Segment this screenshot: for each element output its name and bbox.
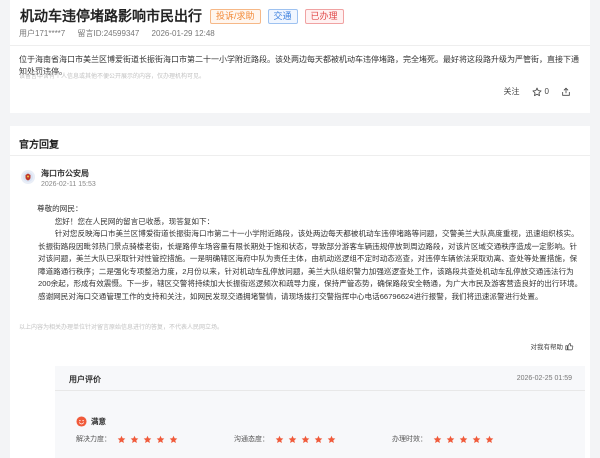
follow-label: 关注 xyxy=(503,87,520,96)
like-count: 0 xyxy=(544,87,549,96)
post-actions: 关注 0 xyxy=(492,86,574,97)
star-icon xyxy=(288,435,297,443)
star-icon xyxy=(472,435,481,443)
divider xyxy=(10,45,590,46)
rating-group: 解决力度： xyxy=(76,434,234,444)
field-tag[interactable]: 交通 xyxy=(267,8,298,24)
title-row: 机动车违停堵路影响市民出行 投诉/求助 交通 已办理 xyxy=(20,6,344,26)
share-icon xyxy=(562,87,570,96)
rating-stars xyxy=(433,435,498,444)
status-badge: 已办理 xyxy=(304,8,344,24)
reply-disclaimer: 以上内容为相关办理单位针对留言原始信息进行的答复，不代表人民网立场。 xyxy=(19,325,224,331)
star-icon xyxy=(446,435,455,443)
police-emblem-icon xyxy=(21,170,35,184)
star-icon xyxy=(301,435,310,443)
divider xyxy=(10,155,590,156)
smiley-face-icon xyxy=(76,416,87,427)
post-title: 机动车违停堵路影响市民出行 xyxy=(20,8,202,24)
org-reply-time: 2026-02-11 15:53 xyxy=(41,181,96,188)
satisfaction-label: 满意 xyxy=(91,417,106,426)
thumbs-up-icon xyxy=(565,342,574,350)
rating-label: 解决力度： xyxy=(76,436,111,443)
star-icon xyxy=(275,435,284,443)
reply-body: 尊敬的网民： 您好！您在人民网的留言已收悉，现答复如下： 针对您反映海口市美兰区… xyxy=(37,203,583,303)
post-disclaimer: 该留言中含有个人信息或其他不便公开展示的内容，仅办理机构可见。 xyxy=(19,74,206,80)
post-time: 2026-01-29 12:48 xyxy=(151,29,215,38)
rating-group: 办理时效： xyxy=(392,434,550,444)
section-title: 官方回复 xyxy=(19,140,59,151)
reply-greeting: 尊敬的网民： xyxy=(37,204,83,213)
evaluation-title: 用户评价 xyxy=(69,375,101,384)
ratings-row: 解决力度： 沟通态度： 办理时效： xyxy=(76,434,550,444)
star-icon xyxy=(485,435,494,443)
like-button[interactable]: 0 xyxy=(532,87,549,97)
star-icon xyxy=(169,435,178,443)
rating-label: 办理时效： xyxy=(392,436,427,443)
post-message-id: 留言ID:24599347 xyxy=(77,29,140,38)
rating-label: 沟通态度： xyxy=(234,436,269,443)
star-icon xyxy=(156,435,165,443)
helpful-label: 对我有帮助 xyxy=(530,344,564,351)
satisfaction-row: 满意 xyxy=(76,416,106,427)
post-meta: 用户171****7 留言ID:24599347 2026-01-29 12:4… xyxy=(19,28,225,39)
post-card: 机动车违停堵路影响市民出行 投诉/求助 交通 已办理 用户171****7 留言… xyxy=(10,0,590,113)
evaluation-time: 2026-02-25 01:59 xyxy=(516,375,572,382)
org-header: 海口市公安局 2026-02-11 15:53 xyxy=(21,168,96,191)
rating-group: 沟通态度： xyxy=(234,434,392,444)
star-icon xyxy=(314,435,323,443)
reply-card: 官方回复 海口市公安局 2026-02-11 15:53 尊敬的网民： 您好！您… xyxy=(10,126,590,458)
org-name: 海口市公安局 xyxy=(41,169,89,178)
helpful-button[interactable]: 对我有帮助 xyxy=(531,341,575,351)
star-outline-icon xyxy=(532,87,542,96)
rating-stars xyxy=(275,435,340,444)
divider xyxy=(55,390,585,391)
reply-text: 针对您反映海口市美兰区博爱街道长振街海口市第二十一小学附近路段，该处两边每天都被… xyxy=(38,229,583,301)
star-icon xyxy=(433,435,442,443)
star-icon xyxy=(117,435,126,443)
follow-button[interactable]: 关注 xyxy=(504,86,520,97)
category-tag[interactable]: 投诉/求助 xyxy=(210,8,261,24)
star-icon xyxy=(459,435,468,443)
rating-stars xyxy=(117,435,182,444)
star-icon xyxy=(327,435,336,443)
star-icon xyxy=(130,435,139,443)
post-user: 用户171****7 xyxy=(19,29,66,38)
share-button[interactable] xyxy=(561,87,574,97)
star-icon xyxy=(143,435,152,443)
user-evaluation: 用户评价 2026-02-25 01:59 满意 解决力度： 沟通态度： 办理时效： xyxy=(55,366,585,458)
reply-intro: 您好！您在人民网的留言已收悉，现答复如下： xyxy=(54,216,215,226)
